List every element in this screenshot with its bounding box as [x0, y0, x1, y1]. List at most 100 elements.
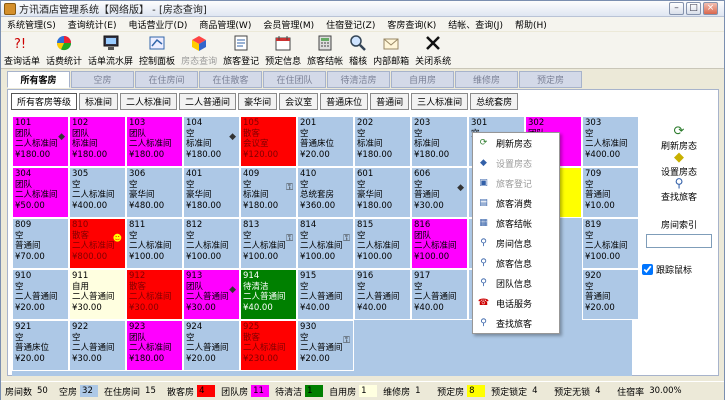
toolbar-button-10[interactable]: 关闭系统	[412, 32, 454, 69]
context-menu-item-1[interactable]: ◆ 设置房态	[473, 153, 559, 173]
room-cell[interactable]: 921 空普通床位 ¥20.00	[12, 320, 69, 371]
context-menu-item-6[interactable]: ⚲ 旅客信息	[473, 253, 559, 273]
room-cell[interactable]: 815 空二人标准间 ¥100.00	[354, 218, 411, 269]
room-cell[interactable]: 104 空标准间 ¥180.00 ◆	[183, 116, 240, 167]
toolbar-button-9[interactable]: 内部邮箱	[370, 32, 412, 69]
status-tab-2[interactable]: 在住房间	[135, 71, 198, 88]
room-cell[interactable]: 401 空豪华间 ¥180.00	[183, 167, 240, 218]
type-tab-5[interactable]: 会议室	[279, 93, 319, 110]
toolbar-button-7[interactable]: 旅客结帐	[304, 32, 346, 69]
context-menu-item-9[interactable]: ⚲ 查找旅客	[473, 313, 559, 333]
status-tab-0[interactable]: 所有客房	[7, 71, 70, 88]
status-tab-5[interactable]: 待清洁房	[327, 71, 390, 88]
menu-item-2[interactable]: 电话营业厅(D)	[122, 18, 193, 31]
type-tab-4[interactable]: 豪华间	[238, 93, 278, 110]
context-menu-item-3[interactable]: ▤ 旅客消费	[473, 193, 559, 213]
status-tab-4[interactable]: 在住团队	[263, 71, 326, 88]
room-cell[interactable]: 606 空普通间 ¥30.00 ◆	[411, 167, 468, 218]
room-cell[interactable]: 201 空普通床位 ¥20.00	[297, 116, 354, 167]
room-cell[interactable]: 306 空豪华间 ¥480.00	[126, 167, 183, 218]
room-cell[interactable]: 920 空普通间 ¥20.00	[582, 269, 639, 320]
room-cell[interactable]: 410 空总统套房 ¥360.00	[297, 167, 354, 218]
status-tab-1[interactable]: 空房	[71, 71, 134, 88]
room-index-input[interactable]	[646, 234, 712, 248]
type-tab-9[interactable]: 总统套房	[470, 93, 519, 110]
room-cell[interactable]: 913 团队 二人普通间 ¥30.00 ◆	[183, 269, 240, 320]
room-cell[interactable]: 910 空二人普通间 ¥20.00	[12, 269, 69, 320]
maximize-button[interactable]: □	[686, 2, 701, 15]
room-cell[interactable]: 814 空二人标准间 ¥100.00 ⚿	[297, 218, 354, 269]
room-cell[interactable]: 816 团队 二人标准间 ¥100.00	[411, 218, 468, 269]
toolbar-button-0[interactable]: ?! 查询话单	[1, 32, 43, 69]
status-tab-7[interactable]: 维修房	[455, 71, 518, 88]
context-menu-item-4[interactable]: ▦ 旅客结帐	[473, 213, 559, 233]
type-tab-0[interactable]: 所有客房等级	[11, 93, 78, 110]
set-room-state-button[interactable]: ◆ 设置房态	[640, 150, 718, 178]
room-cell[interactable]: 915 空二人普通间 ¥40.00	[297, 269, 354, 320]
type-tab-6[interactable]: 普通床位	[320, 93, 369, 110]
room-cell[interactable]: 809 空普通间 ¥70.00	[12, 218, 69, 269]
room-cell[interactable]: 202 空标准间 ¥180.00	[354, 116, 411, 167]
room-cell[interactable]: 819 空二人标准间 ¥100.00	[582, 218, 639, 269]
type-tab-1[interactable]: 标准间	[79, 93, 119, 110]
room-cell[interactable]: 810 散客 二人标准间 ¥800.00 ☻	[69, 218, 126, 269]
room-cell[interactable]: 101 团队 二人标准间 ¥180.00 ◆	[12, 116, 69, 167]
toolbar-button-3[interactable]: 控制面板	[136, 32, 178, 69]
room-cell[interactable]: 103 团队 二人标准间 ¥180.00	[126, 116, 183, 167]
follow-mouse-check[interactable]	[642, 264, 653, 275]
room-cell[interactable]: 601 空豪华间 ¥180.00	[354, 167, 411, 218]
follow-mouse-checkbox[interactable]: 跟踪鼠标	[642, 263, 692, 276]
room-cell[interactable]: 409 空标准间 ¥180.00 ⚿	[240, 167, 297, 218]
room-cell[interactable]: 203 空标准间 ¥180.00	[411, 116, 468, 167]
context-menu-item-7[interactable]: ⚲ 团队信息	[473, 273, 559, 293]
toolbar-button-1[interactable]: 话费统计	[43, 32, 85, 69]
toolbar-button-8[interactable]: 稽核	[346, 32, 370, 69]
menu-item-1[interactable]: 查询统计(E)	[62, 18, 123, 31]
context-menu-item-0[interactable]: ⟳ 刷新房态	[473, 133, 559, 153]
room-cell[interactable]: 303 空二人标准间 ¥400.00	[582, 116, 639, 167]
room-cell[interactable]: 911 自用 二人普通间 ¥30.00	[69, 269, 126, 320]
room-cell[interactable]: 813 空二人标准间 ¥100.00 ⚿	[240, 218, 297, 269]
toolbar-button-5[interactable]: 旅客登记	[220, 32, 262, 69]
minimize-button[interactable]: –	[669, 2, 684, 15]
room-cell[interactable]: 916 空二人普通间 ¥40.00	[354, 269, 411, 320]
menu-item-3[interactable]: 商品管理(W)	[193, 18, 257, 31]
refresh-room-state-button[interactable]: ⟳ 刷新房态	[640, 124, 718, 152]
type-tab-8[interactable]: 三人标准间	[411, 93, 469, 110]
close-button[interactable]: ×	[703, 2, 718, 15]
type-tab-7[interactable]: 普通间	[370, 93, 410, 110]
status-tab-3[interactable]: 在住散客	[199, 71, 262, 88]
menu-item-4[interactable]: 会员管理(M)	[257, 18, 320, 31]
menu-item-6[interactable]: 客房查询(K)	[381, 18, 442, 31]
menu-item-7[interactable]: 结帐、查询(J)	[442, 18, 509, 31]
room-cell[interactable]: 811 空二人标准间 ¥100.00	[126, 218, 183, 269]
room-cell[interactable]: 924 空二人普通间 ¥20.00	[183, 320, 240, 371]
status-tab-6[interactable]: 自用房	[391, 71, 454, 88]
room-cell[interactable]: 930 空二人普通间 ¥20.00 ⚿	[297, 320, 354, 371]
context-menu-item-5[interactable]: ⚲ 房间信息	[473, 233, 559, 253]
room-cell[interactable]: 922 空二人普通间 ¥30.00	[69, 320, 126, 371]
toolbar-button-4[interactable]: 房态查询	[178, 32, 220, 69]
room-cell[interactable]: 304 团队 二人标准间 ¥50.00	[12, 167, 69, 218]
room-cell[interactable]: 305 空二人标准间 ¥400.00	[69, 167, 126, 218]
room-cell[interactable]: 812 空二人标准间 ¥100.00	[183, 218, 240, 269]
menu-item-0[interactable]: 系统管理(S)	[1, 18, 62, 31]
context-menu-item-8[interactable]: ☎ 电话服务	[473, 293, 559, 313]
room-cell[interactable]: 912 散客 二人标准间 ¥30.00	[126, 269, 183, 320]
menu-item-5[interactable]: 住宿登记(Z)	[320, 18, 381, 31]
status-tab-8[interactable]: 预定房	[519, 71, 582, 88]
room-cell[interactable]: 105 散客 会议室 ¥120.00	[240, 116, 297, 167]
type-tab-2[interactable]: 二人标准间	[120, 93, 178, 110]
room-cell[interactable]: 923 团队 二人标准间 ¥180.00	[126, 320, 183, 371]
context-menu-item-2[interactable]: ▣ 旅客登记	[473, 173, 559, 193]
room-cell[interactable]: 102 团队 标准间 ¥180.00	[69, 116, 126, 167]
toolbar-button-2[interactable]: 话单流水屏	[85, 32, 136, 69]
menu-item-8[interactable]: 帮助(H)	[509, 18, 553, 31]
type-tab-3[interactable]: 二人普通间	[179, 93, 237, 110]
room-cell[interactable]: 914 待清洁 二人普通间 ¥40.00	[240, 269, 297, 320]
room-cell[interactable]: 709 空普通间 ¥10.00	[582, 167, 639, 218]
find-guest-button[interactable]: ⚲ 查找旅客	[640, 176, 718, 203]
toolbar-button-6[interactable]: 预定信息	[262, 32, 304, 69]
room-cell[interactable]: 917 空二人普通间 ¥40.00	[411, 269, 468, 320]
room-cell[interactable]: 925 散客 二人标准间 ¥230.00	[240, 320, 297, 371]
